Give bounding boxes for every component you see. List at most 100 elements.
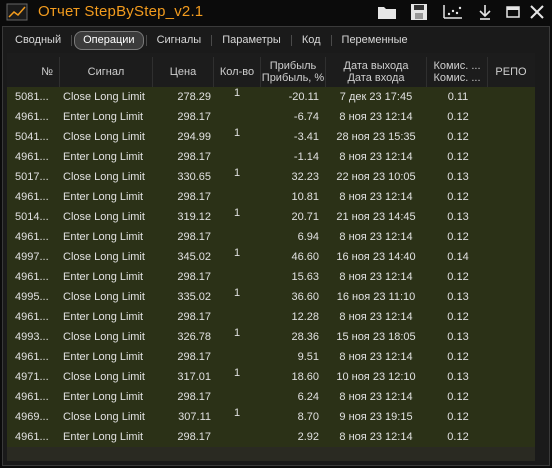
row-signal: Enter Long Limit [63,271,144,283]
row-quantity [213,307,261,327]
table-row[interactable]: 4961... Enter Long Limit 298.17 12.28 8 ноя … [7,307,543,327]
table-row[interactable]: 4961... Enter Long Limit 298.17 -1.14 8 ноя … [7,147,543,167]
tab-operations[interactable]: Операции [74,30,144,50]
app-logo-icon [6,3,28,21]
table-row[interactable]: 5041... Close Long Limit 294.99 1 -3.41 28 но… [7,127,543,147]
row-commission: 0.14 [447,251,469,263]
title-bar: Отчет StepByStep_v2.1 [0,0,552,26]
row-quantity [213,147,261,167]
row-commission: 0.12 [447,311,469,323]
column-header-price[interactable]: Цена [153,53,213,91]
row-date: 8 ноя 23 12:14 [339,391,413,403]
row-date: 8 ноя 23 12:14 [339,271,413,283]
row-date: 15 ноя 23 18:05 [336,331,416,343]
table-row[interactable]: 4961... Enter Long Limit 298.17 9.51 8 ноя 2… [7,347,543,367]
row-price: 294.99 [177,131,211,143]
row-commission: 0.12 [447,271,469,283]
table-row[interactable]: 5017... Close Long Limit 330.65 1 32.23 22 но… [7,167,543,187]
row-number: 4961... [15,271,49,283]
row-commission: 0.12 [447,431,469,443]
row-number: 4961... [15,151,49,163]
row-profit: 28.36 [291,331,319,343]
row-number: 4961... [15,231,49,243]
row-quantity [213,267,261,287]
row-profit: -6.74 [293,111,319,123]
column-header-signal[interactable]: Сигнал [60,53,152,91]
row-signal: Close Long Limit [63,171,145,183]
row-price: 298.17 [177,111,211,123]
row-quantity: 1 [233,367,241,379]
row-number: 5041... [15,131,49,143]
table-row[interactable]: 4969... Close Long Limit 307.11 1 8.70 9 ноя … [7,407,543,427]
table-row[interactable]: 4961... Enter Long Limit 298.17 -6.74 8 ноя … [7,107,543,127]
row-commission: 0.12 [447,111,469,123]
tab-variables[interactable]: Переменные [334,32,416,49]
download-icon[interactable] [474,3,496,21]
tab-code[interactable]: Код [294,32,329,49]
table-row[interactable]: 4961... Enter Long Limit 298.17 10.81 8 ноя … [7,187,543,207]
save-icon[interactable] [408,3,430,21]
tab-divider [71,34,73,46]
tab-parameters[interactable]: Параметры [214,32,289,49]
row-signal: Close Long Limit [63,411,145,423]
row-number: 4961... [15,111,49,123]
row-number: 4971... [15,371,49,383]
column-header-quantity[interactable]: Кол-во [214,53,260,91]
row-number: 4997... [15,251,49,263]
row-date: 16 ноя 23 11:10 [336,291,416,303]
table-row[interactable]: 4971... Close Long Limit 317.01 1 18.60 10 но… [7,367,543,387]
column-header-commission-label-2: Комис. ... [433,72,481,84]
row-number: 4961... [15,431,49,443]
table-row[interactable]: 4961... Enter Long Limit 298.17 6.94 8 ноя 2… [7,227,543,247]
row-price: 298.17 [177,271,211,283]
column-header-number[interactable]: № [9,53,59,91]
folder-icon[interactable] [376,3,398,21]
table-row[interactable]: 4997... Close Long Limit 345.02 1 46.60 16 но… [7,247,543,267]
close-icon[interactable] [526,3,548,21]
row-profit: 20.71 [291,211,319,223]
row-profit: 10.81 [291,191,319,203]
tab-bar: Сводный Операции Сигналы Параметры Код П… [7,30,416,50]
row-quantity [213,227,261,247]
row-date: 8 ноя 23 12:14 [339,231,413,243]
row-signal: Enter Long Limit [63,351,144,363]
row-signal: Close Long Limit [63,291,145,303]
row-date: 22 ноя 23 10:05 [336,171,416,183]
row-profit: 15.63 [291,271,319,283]
row-quantity: 1 [233,287,241,299]
row-signal: Enter Long Limit [63,191,144,203]
table-row[interactable]: 4961... Enter Long Limit 298.17 15.63 8 ноя … [7,267,543,287]
table-row[interactable]: 5081... Close Long Limit 278.29 1 -20.11 7 де… [7,87,543,107]
row-profit: 6.24 [297,391,319,403]
row-profit: 6.94 [297,231,319,243]
row-signal: Enter Long Limit [63,111,144,123]
table-row[interactable]: 4961... Enter Long Limit 298.17 2.92 8 ноя 2… [7,427,543,447]
row-number: 4961... [15,391,49,403]
row-price: 307.11 [178,411,211,423]
column-header-repo[interactable]: РЕПО [488,53,534,91]
table-row[interactable]: 5014... Close Long Limit 319.12 1 20.71 21 но… [7,207,543,227]
minimize-icon[interactable] [502,3,524,21]
row-signal: Close Long Limit [63,211,145,223]
row-quantity [213,107,261,127]
column-header-dates[interactable]: Дата выхода Дата входа [326,53,426,91]
table-row[interactable]: 4961... Enter Long Limit 298.17 6.24 8 ноя 2… [7,387,543,407]
row-quantity: 1 [233,207,241,219]
chart-icon[interactable] [442,3,464,21]
column-header-profit[interactable]: Прибыль Прибыль, % [261,53,325,91]
row-quantity: 1 [233,167,241,179]
row-commission: 0.12 [447,411,469,423]
tab-signals[interactable]: Сигналы [149,32,210,49]
row-profit: 46.60 [291,251,319,263]
table-row[interactable]: 4995... Close Long Limit 335.02 1 36.60 16 но… [7,287,543,307]
row-commission: 0.13 [447,171,469,183]
tab-summary[interactable]: Сводный [7,32,69,49]
table-right-edge [535,53,543,461]
column-header-commission[interactable]: Комис. ... Комис. ... [427,53,487,91]
table-row[interactable]: 4993... Close Long Limit 326.78 1 28.36 15 но… [7,327,543,347]
row-signal: Close Long Limit [63,371,145,383]
row-date: 8 ноя 23 12:14 [339,191,413,203]
row-commission: 0.12 [447,131,469,143]
row-profit: -20.11 [288,91,319,103]
row-commission: 0.12 [447,151,469,163]
